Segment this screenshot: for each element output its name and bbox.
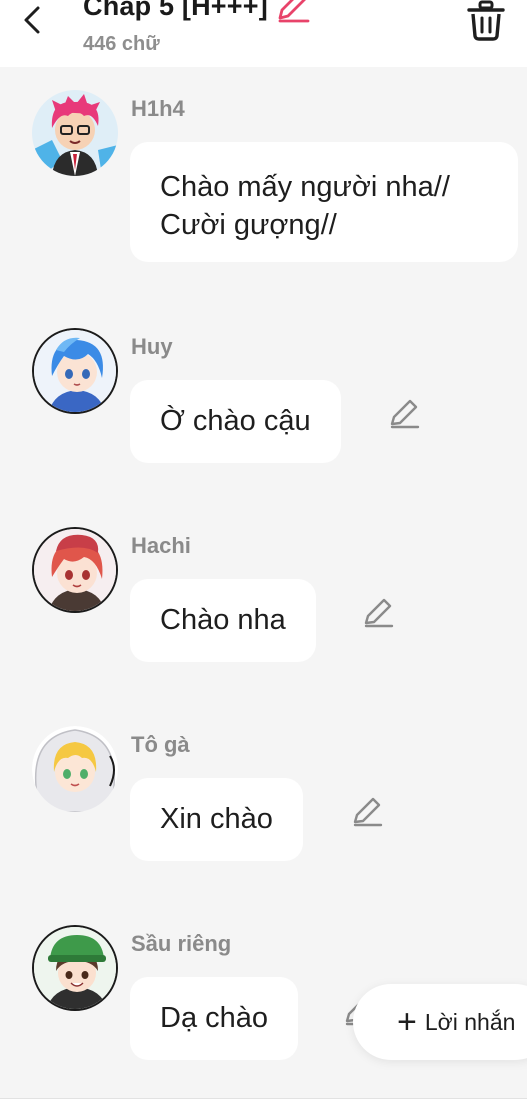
edit-message-icon[interactable] bbox=[362, 595, 396, 629]
word-count: 446 chữ bbox=[83, 33, 160, 55]
message-bubble[interactable]: Ờ chào cậu bbox=[130, 380, 341, 463]
add-message-button[interactable]: + Lời nhắn bbox=[353, 984, 527, 1060]
avatar-sau-rieng[interactable] bbox=[32, 925, 118, 1011]
add-message-label: Lời nhắn bbox=[424, 1008, 516, 1035]
trash-icon[interactable] bbox=[466, 0, 506, 42]
bottom-bar bbox=[0, 1098, 527, 1113]
message-bubble[interactable]: Chào mấy người nha// Cười gượng// bbox=[130, 142, 518, 262]
plus-icon: + bbox=[397, 1003, 417, 1041]
message-bubble[interactable]: Chào nha bbox=[130, 579, 316, 662]
sender-name: Huy bbox=[131, 334, 173, 359]
top-bar: Chap 5 [H+++] 446 chữ bbox=[0, 0, 527, 67]
avatar-hachi[interactable] bbox=[32, 527, 118, 613]
avatar-to-ga[interactable] bbox=[32, 726, 118, 812]
sender-name: Sầu riêng bbox=[131, 931, 232, 956]
avatar-h1h4[interactable] bbox=[32, 90, 118, 176]
story-title: Chap 5 [H+++] bbox=[83, 0, 268, 21]
edit-title-icon[interactable] bbox=[274, 0, 310, 24]
sender-name: Tô gà bbox=[131, 732, 190, 757]
message-bubble[interactable]: Dạ chào bbox=[130, 977, 299, 1060]
sender-name: H1h4 bbox=[131, 96, 185, 121]
edit-message-icon[interactable] bbox=[351, 794, 385, 828]
avatar-huy[interactable] bbox=[32, 328, 118, 414]
edit-message-icon[interactable] bbox=[388, 396, 422, 430]
message-bubble[interactable]: Xin chào bbox=[130, 778, 303, 861]
sender-name: Hachi bbox=[131, 533, 191, 558]
back-arrow-icon[interactable] bbox=[18, 2, 48, 38]
story-title-row: Chap 5 [H+++] bbox=[83, 0, 310, 24]
